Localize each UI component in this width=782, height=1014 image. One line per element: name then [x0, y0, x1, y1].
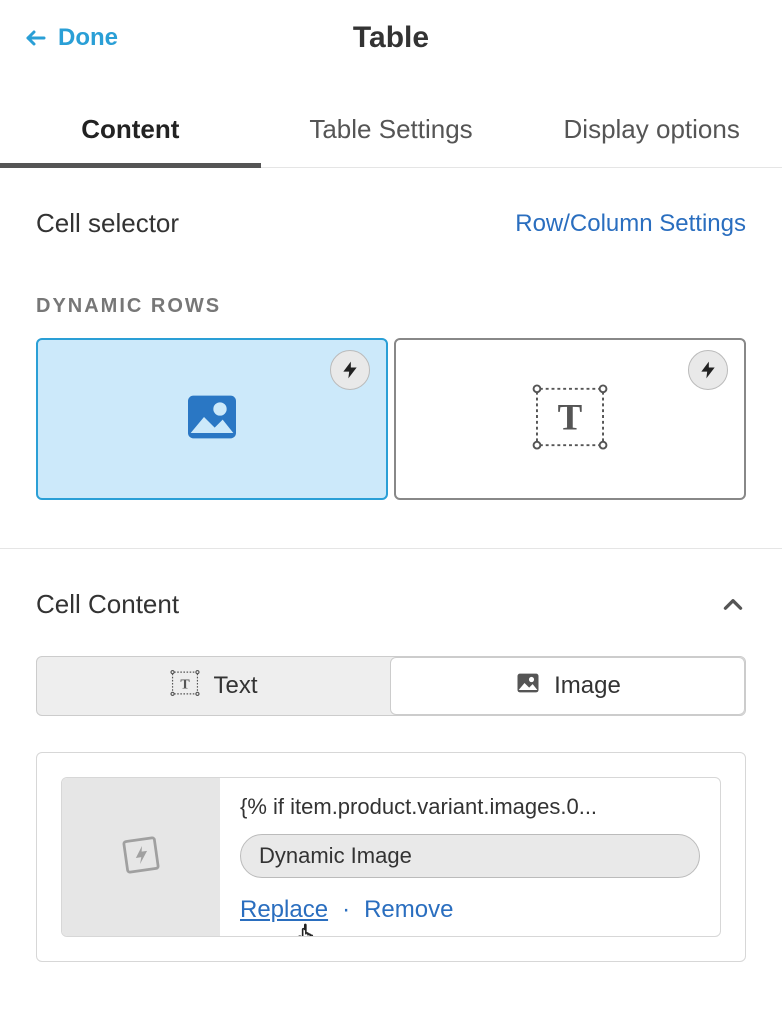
seg-image[interactable]: Image	[390, 657, 745, 715]
cell-text-card[interactable]: T	[394, 338, 746, 500]
cell-image-card[interactable]	[36, 338, 388, 500]
replace-link[interactable]: Replace	[240, 896, 328, 924]
separator-dot: ·	[342, 896, 350, 924]
dynamic-rows-cells: T	[36, 338, 746, 500]
cell-content-title: Cell Content	[36, 589, 179, 620]
tab-display-options[interactable]: Display options	[521, 96, 782, 167]
image-icon	[180, 385, 244, 454]
svg-text:T: T	[558, 396, 583, 437]
image-thumbnail[interactable]	[62, 778, 220, 936]
seg-text[interactable]: T Text	[37, 657, 390, 715]
cell-content-panel: {% if item.product.variant.images.0... D…	[36, 752, 746, 962]
cursor-hand-icon	[295, 922, 321, 937]
chevron-up-icon	[720, 592, 746, 618]
cell-selector-section: Cell selector Row/Column Settings DYNAMI…	[0, 168, 782, 500]
image-icon	[514, 669, 542, 704]
dynamic-image-placeholder-icon	[119, 833, 163, 882]
text-frame-icon: T	[169, 669, 201, 704]
done-button[interactable]: Done	[24, 24, 118, 52]
asset-info: {% if item.product.variant.images.0... D…	[220, 778, 720, 936]
seg-image-label: Image	[554, 672, 621, 700]
image-asset-row: {% if item.product.variant.images.0... D…	[61, 777, 721, 937]
tabs: Content Table Settings Display options	[0, 96, 782, 168]
back-arrow-icon	[24, 26, 48, 50]
text-frame-icon: T	[531, 383, 609, 456]
header: Done Table	[0, 0, 782, 76]
seg-text-label: Text	[213, 672, 257, 700]
tab-table-settings[interactable]: Table Settings	[261, 96, 522, 167]
cell-content-header[interactable]: Cell Content	[0, 549, 782, 620]
segmented-wrap: T Text Image	[0, 620, 782, 716]
row-column-settings-link[interactable]: Row/Column Settings	[515, 210, 746, 238]
svg-text:T: T	[181, 677, 191, 692]
cell-selector-label: Cell selector	[36, 208, 179, 239]
dynamic-image-pill[interactable]: Dynamic Image	[240, 834, 700, 878]
tab-content[interactable]: Content	[0, 96, 261, 167]
dynamic-rows-label: DYNAMIC ROWS	[36, 295, 746, 318]
dynamic-badge-icon	[688, 350, 728, 390]
asset-actions: Replace · Remove	[240, 896, 700, 924]
asset-code-title: {% if item.product.variant.images.0...	[240, 794, 700, 820]
dynamic-badge-icon	[330, 350, 370, 390]
remove-link[interactable]: Remove	[364, 896, 453, 924]
cell-selector-header: Cell selector Row/Column Settings	[36, 208, 746, 239]
done-label: Done	[58, 24, 118, 52]
cell-content-type-toggle: T Text Image	[36, 656, 746, 716]
